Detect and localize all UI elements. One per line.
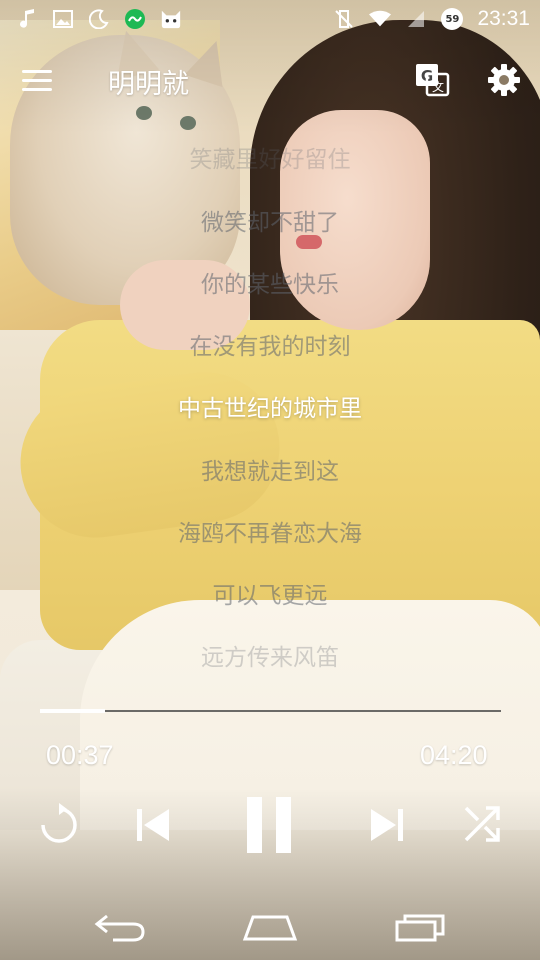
menu-button[interactable]: [22, 64, 62, 96]
svg-text:文: 文: [432, 79, 444, 94]
translate-button[interactable]: G 文: [414, 62, 450, 98]
elapsed-time: 00:37: [46, 740, 114, 770]
recent-apps-button[interactable]: [390, 907, 450, 947]
vibrate-off-icon: [333, 8, 355, 30]
next-button[interactable]: [364, 802, 410, 848]
lyric-line: 我想就走到这: [201, 459, 339, 485]
status-bar: 59 23:31: [0, 0, 540, 38]
settings-button[interactable]: [486, 62, 522, 98]
current-lyric-line: 中古世纪的城市里: [178, 396, 362, 422]
moon-icon: [88, 8, 110, 30]
recent-apps-icon: [395, 914, 445, 942]
repeat-icon: [41, 803, 77, 843]
app-notification-icon: [124, 8, 146, 30]
pause-icon: [247, 797, 291, 853]
lyric-line: 远方传来风笛: [201, 645, 339, 671]
status-time: 23:31: [477, 7, 530, 30]
shuffle-icon: [464, 806, 500, 842]
navigation-bar: [0, 895, 540, 960]
lyric-line: 笑藏里好好留住: [189, 147, 351, 173]
image-icon: [52, 8, 74, 30]
cat-app-icon: [160, 8, 182, 30]
lyric-line: 海鸥不再眷恋大海: [178, 521, 362, 547]
skip-previous-icon: [137, 809, 169, 841]
signal-icon: [405, 8, 427, 30]
song-title: 明明就: [108, 69, 189, 100]
seek-track: [40, 710, 501, 712]
lyric-line: 可以飞更远: [212, 583, 328, 609]
seek-bar[interactable]: [40, 709, 501, 713]
toolbar: 明明就 G 文: [0, 50, 540, 110]
menu-icon: [22, 69, 52, 73]
home-button[interactable]: [240, 907, 300, 947]
lyric-line: 在没有我的时刻: [189, 334, 351, 360]
translate-icon: G 文: [416, 64, 450, 97]
home-icon: [242, 915, 298, 941]
previous-button[interactable]: [130, 802, 176, 848]
lyric-line: 微笑却不甜了: [201, 210, 339, 236]
back-arrow-icon: [94, 914, 145, 942]
seek-progress: [40, 709, 105, 713]
pause-button[interactable]: [240, 792, 300, 858]
skip-next-icon: [371, 809, 403, 841]
repeat-button[interactable]: [36, 802, 82, 848]
total-time: 04:20: [420, 740, 488, 770]
shuffle-button[interactable]: [458, 800, 506, 848]
battery-badge: 59: [441, 8, 464, 30]
back-button[interactable]: [90, 907, 150, 947]
gear-icon: [488, 64, 520, 96]
lyric-line: 你的某些快乐: [201, 272, 339, 298]
music-note-icon: [16, 8, 38, 30]
wifi-icon: [369, 8, 392, 30]
